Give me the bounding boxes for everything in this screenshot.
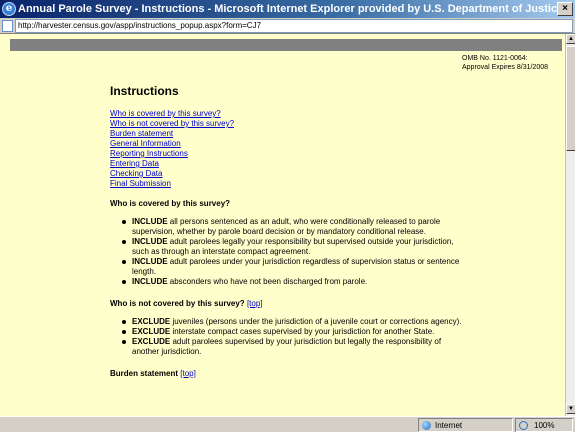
toc-link-checking-data[interactable]: Checking Data	[110, 169, 470, 179]
instructions-content: Instructions Who is covered by this surv…	[110, 84, 470, 387]
page-icon	[2, 20, 13, 32]
toc-link-burden-statement[interactable]: Burden statement	[110, 129, 470, 139]
page-viewport: OMB No. 1121-0064: Approval Expires 8/31…	[0, 34, 565, 416]
list-item: EXCLUDE interstate compact cases supervi…	[120, 327, 470, 337]
globe-icon	[422, 421, 431, 430]
list-item: EXCLUDE juveniles (persons under the jur…	[120, 317, 470, 327]
section-title-text: Who is not covered by this survey?	[110, 299, 245, 308]
address-bar: http://harvester.census.gov/aspp/instruc…	[0, 18, 575, 34]
list-item: INCLUDE adult parolees legally your resp…	[120, 237, 470, 257]
status-bar: Internet 100%	[0, 416, 575, 432]
section-title-covered: Who is covered by this survey?	[110, 199, 470, 209]
page-title: Instructions	[110, 84, 179, 98]
window-titlebar: e Annual Parole Survey - Instructions - …	[0, 0, 575, 18]
header-bar	[10, 39, 562, 51]
list-item: INCLUDE absconders who have not been dis…	[120, 277, 470, 287]
zoom-icon	[519, 421, 528, 430]
omb-notice: OMB No. 1121-0064: Approval Expires 8/31…	[462, 54, 562, 72]
top-link[interactable]: [top]	[247, 299, 263, 308]
toc-link-entering-data[interactable]: Entering Data	[110, 159, 470, 169]
url-field[interactable]: http://harvester.census.gov/aspp/instruc…	[15, 19, 573, 33]
close-button[interactable]: ×	[557, 2, 573, 16]
scroll-down-icon[interactable]: ▼	[566, 404, 575, 414]
toc-link-final-submission[interactable]: Final Submission	[110, 179, 470, 189]
ie-app-icon: e	[2, 2, 16, 16]
toc-link-reporting-instructions[interactable]: Reporting Instructions	[110, 149, 470, 159]
list-item: EXCLUDE adult parolees supervised by you…	[120, 337, 470, 357]
window-title: Annual Parole Survey - Instructions - Mi…	[18, 3, 564, 15]
section-title-not-covered: Who is not covered by this survey? [top]	[110, 299, 470, 309]
toc-link-general-information[interactable]: General Information	[110, 139, 470, 149]
omb-expiration: Approval Expires 8/31/2008	[462, 64, 548, 71]
zoom-level: 100%	[534, 421, 555, 430]
not-covered-list: EXCLUDE juveniles (persons under the jur…	[110, 317, 470, 357]
zoom-control[interactable]: 100%	[515, 418, 573, 432]
omb-number: OMB No. 1121-0064:	[462, 55, 528, 62]
security-zone: Internet	[418, 418, 513, 432]
covered-list: INCLUDE all persons sentenced as an adul…	[110, 217, 470, 287]
scroll-up-icon[interactable]: ▲	[566, 34, 575, 44]
section-title-text: Who is covered by this survey?	[110, 199, 231, 208]
section-title-burden: Burden statement [top]	[110, 369, 470, 379]
zone-label: Internet	[435, 421, 463, 430]
toc-link-who-covered[interactable]: Who is covered by this survey?	[110, 109, 470, 119]
top-link[interactable]: [top]	[180, 369, 196, 378]
list-item: INCLUDE all persons sentenced as an adul…	[120, 217, 470, 237]
toc-link-who-not-covered[interactable]: Who is not covered by this survey?	[110, 119, 470, 129]
list-item: INCLUDE adult parolees under your jurisd…	[120, 257, 470, 277]
table-of-contents: Who is covered by this survey? Who is no…	[110, 109, 470, 189]
scroll-thumb[interactable]	[566, 46, 575, 151]
section-title-text: Burden statement	[110, 369, 179, 378]
vertical-scrollbar[interactable]: ▲ ▼	[565, 34, 575, 416]
